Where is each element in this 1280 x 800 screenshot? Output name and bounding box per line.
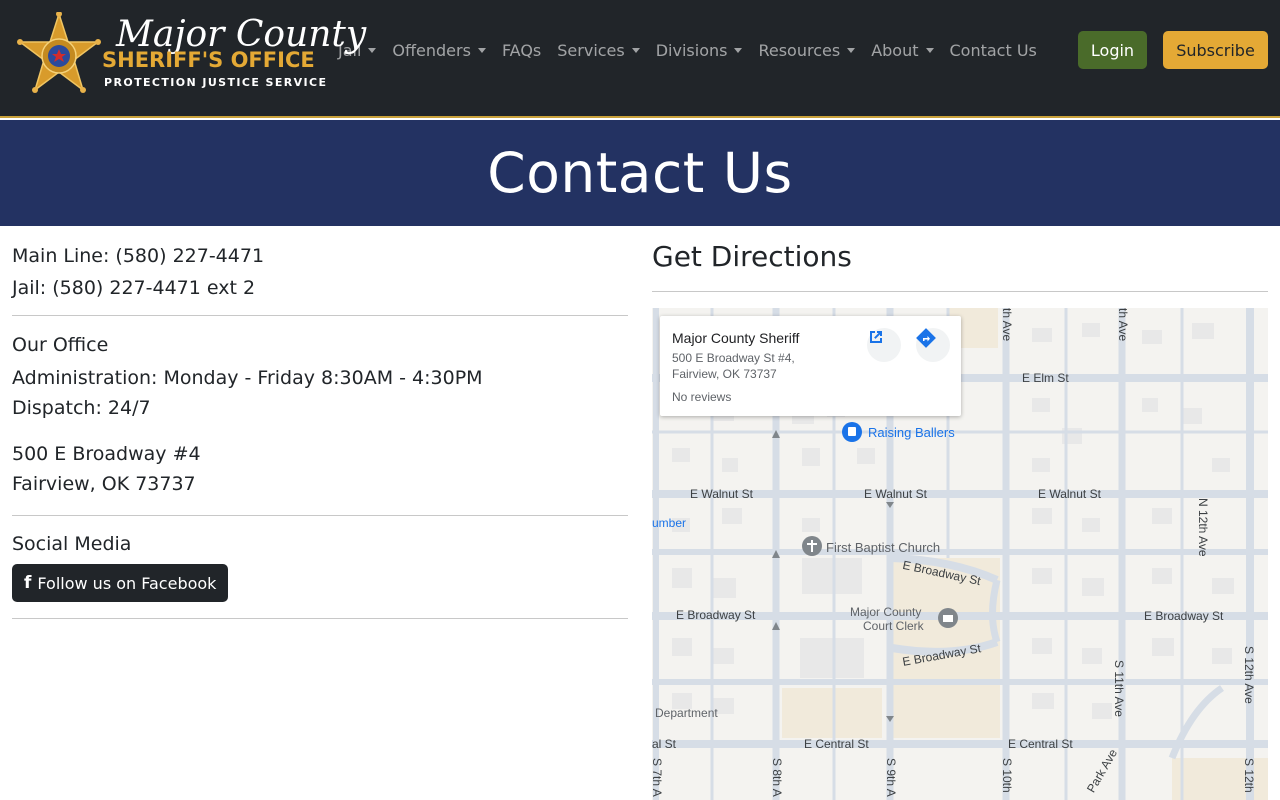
facebook-icon: f	[24, 573, 32, 593]
nav-about-label: About	[871, 40, 919, 60]
map-label-e-walnut: E Walnut St	[864, 487, 927, 501]
chevron-down-icon	[631, 47, 640, 53]
nav-jail-label: Jail	[338, 40, 362, 60]
nav-offenders[interactable]: Offenders	[384, 41, 494, 60]
map-label-first-baptist-church[interactable]: First Baptist Church	[826, 540, 940, 555]
map-label-s-8th: S 8th A	[770, 758, 784, 797]
chevron-down-icon	[477, 47, 486, 53]
facebook-button[interactable]: f Follow us on Facebook	[12, 564, 229, 602]
sheriff-star-icon	[17, 12, 101, 93]
map-label-e-broadway: E Broadway St	[1144, 609, 1224, 623]
map-label-s-10th: S 10th	[1000, 758, 1014, 793]
map-label-raising-ballers[interactable]: Raising Ballers	[868, 425, 955, 440]
office-heading: Our Office	[12, 334, 109, 356]
map-label-e-central: E Central St	[804, 737, 869, 751]
chevron-down-icon	[734, 47, 743, 53]
navbar: Major County SHERIFF'S OFFICE PROTECTION…	[0, 0, 1280, 118]
page-title: Contact Us	[487, 141, 793, 205]
map-label-e-elm: E Elm St	[1022, 371, 1069, 385]
map-label-e-central: E Central St	[1008, 737, 1073, 751]
nav-services-label: Services	[557, 40, 625, 60]
open-in-maps-button[interactable]	[867, 328, 901, 362]
dispatch-hours: Dispatch: 24/7	[12, 397, 151, 419]
directions-button[interactable]	[916, 328, 950, 362]
map-label-e-central: al St	[652, 737, 677, 751]
jail-line-phone[interactable]: Jail: (580) 227-4471 ext 2	[12, 272, 628, 304]
nav-divisions-label: Divisions	[655, 40, 728, 60]
site-logo[interactable]: Major County SHERIFF'S OFFICE PROTECTION…	[16, 12, 366, 108]
nav-about[interactable]: About	[863, 41, 941, 60]
contact-info: Main Line: (580) 227-4471 Jail: (580) 22…	[12, 240, 628, 619]
subscribe-button[interactable]: Subscribe	[1163, 31, 1268, 69]
map-label-lumber[interactable]: umber	[652, 516, 686, 530]
nav-contact-us-label: Contact Us	[949, 40, 1037, 60]
place-address-line-2: Fairview, OK 73737	[672, 367, 777, 381]
address-line-1: 500 E Broadway #4	[12, 443, 201, 465]
divider	[12, 515, 628, 516]
main-line-phone[interactable]: Main Line: (580) 227-4471	[12, 240, 628, 272]
google-map[interactable]: E Elm St Raising Ballers E Walnut St E W…	[652, 308, 1268, 800]
facebook-button-label: Follow us on Facebook	[37, 573, 217, 593]
nav-services[interactable]: Services	[549, 41, 647, 60]
divider	[652, 291, 1268, 292]
map-label-n-12th: N 12th Ave	[1196, 498, 1210, 557]
map-place-card: Major County Sheriff 500 E Broadway St #…	[660, 316, 961, 416]
login-button[interactable]: Login	[1078, 31, 1147, 69]
page-hero: Contact Us	[0, 120, 1280, 226]
map-label-th-ave: th Ave	[1116, 308, 1130, 342]
directions-icon	[916, 328, 936, 348]
map-label-th-ave: th Ave	[1000, 308, 1014, 342]
main-nav: Jail Offenders FAQs Services Divisions R…	[330, 0, 1045, 100]
facebook-button-wrap: f Follow us on Facebook	[12, 564, 628, 602]
map-label-e-walnut: E Walnut St	[690, 487, 753, 501]
map-label-e-broadway: E Broadway St	[676, 608, 756, 622]
place-address: 500 E Broadway St #4, Fairview, OK 73737	[672, 350, 852, 382]
nav-faqs[interactable]: FAQs	[494, 41, 549, 60]
nav-contact-us[interactable]: Contact Us	[942, 41, 1045, 60]
map-label-s-7th: S 7th A	[652, 758, 664, 797]
place-address-line-1: 500 E Broadway St #4,	[672, 351, 795, 365]
nav-resources[interactable]: Resources	[750, 41, 863, 60]
nav-jail[interactable]: Jail	[330, 41, 384, 60]
map-label-e-walnut: E Walnut St	[1038, 487, 1101, 501]
map-label-s-12th: S 12th Ave	[1242, 646, 1256, 704]
divider	[12, 618, 628, 619]
nav-offenders-label: Offenders	[392, 40, 471, 60]
chevron-down-icon	[847, 47, 856, 53]
map-label-s-11th: S 11th Ave	[1112, 660, 1126, 717]
map-label-court-clerk-2[interactable]: Court Clerk	[863, 619, 924, 633]
social-media-heading: Social Media	[12, 533, 132, 555]
map-label-court-clerk-1[interactable]: Major County	[850, 605, 921, 619]
address-line-2: Fairview, OK 73737	[12, 473, 196, 495]
nav-faqs-label: FAQs	[501, 40, 542, 60]
map-label-department[interactable]: Department	[655, 706, 718, 720]
admin-hours: Administration: Monday - Friday 8:30AM -…	[12, 367, 483, 389]
map-label-s-9th: S 9th A	[884, 758, 898, 797]
external-link-icon	[870, 331, 882, 343]
nav-resources-label: Resources	[758, 40, 841, 60]
chevron-down-icon	[368, 47, 377, 53]
chevron-down-icon	[925, 47, 934, 53]
place-reviews[interactable]: No reviews	[672, 390, 731, 404]
nav-divisions[interactable]: Divisions	[648, 41, 751, 60]
divider	[12, 315, 628, 316]
directions-heading: Get Directions	[652, 240, 852, 273]
logo-tagline: PROTECTION JUSTICE SERVICE	[104, 76, 328, 89]
logo-title-text: SHERIFF'S OFFICE	[102, 48, 315, 72]
place-name: Major County Sheriff	[672, 330, 800, 346]
map-label-s-12th: S 12th	[1242, 758, 1256, 793]
